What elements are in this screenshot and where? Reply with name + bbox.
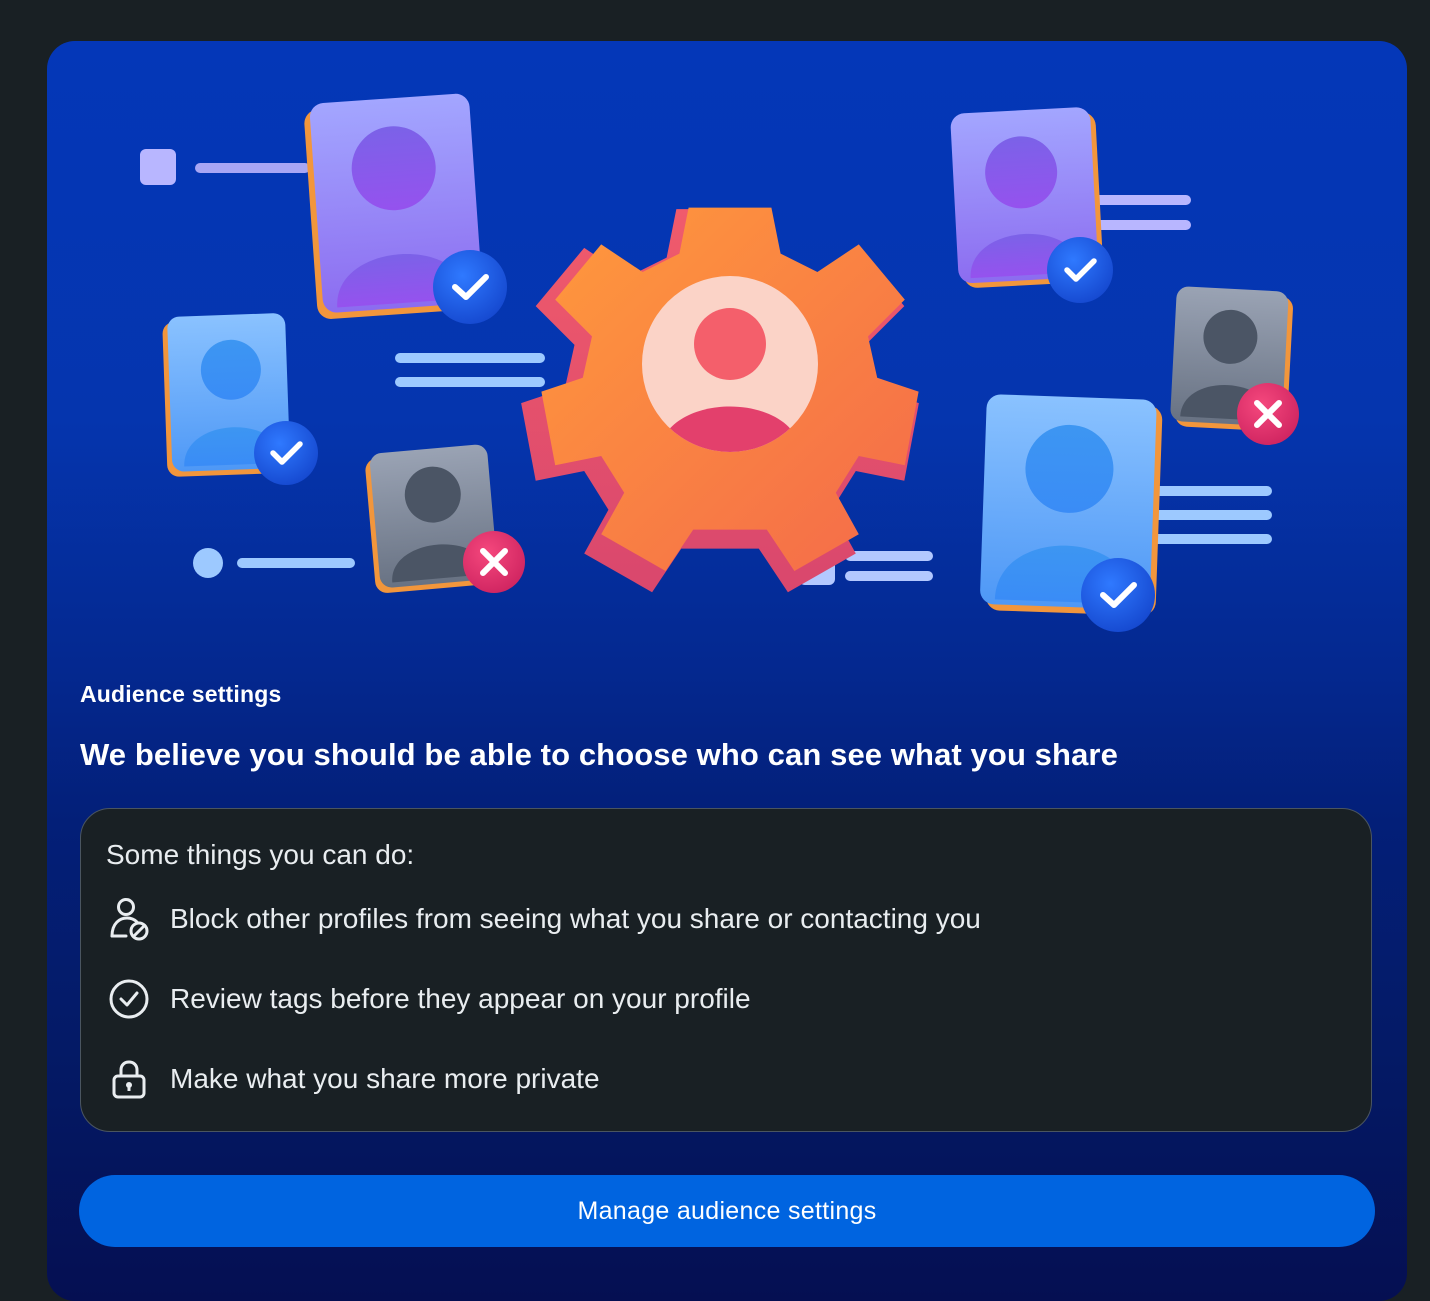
decor-square-top-left (140, 149, 176, 185)
audience-settings-illustration (140, 93, 1299, 632)
gear-icon (521, 207, 919, 593)
x-badge-icon (1237, 383, 1299, 445)
page-title: We believe you should be able to choose … (80, 737, 1118, 772)
list-item-label: Make what you share more private (170, 1063, 600, 1094)
user-block-icon (106, 896, 152, 942)
check-badge-icon (433, 250, 507, 324)
check-badge-icon (1047, 237, 1113, 303)
decor-line-bottom-mid-2 (845, 571, 933, 581)
list-item-label: Block other profiles from seeing what yo… (170, 903, 981, 934)
list-item-label: Review tags before they appear on your p… (170, 983, 751, 1014)
things-you-can-do-panel: Some things you can do: Block other prof… (80, 808, 1372, 1132)
decor-line-bottom-left (237, 558, 355, 568)
decor-line-mid-2 (395, 377, 545, 387)
things-intro: Some things you can do: (106, 839, 415, 870)
decor-dot-bottom-left (193, 548, 223, 578)
decor-line-bottom-mid-1 (845, 551, 933, 561)
list-item-review-tags: Review tags before they appear on your p… (106, 974, 751, 1024)
decor-line-right-4 (1147, 510, 1272, 520)
decor-line-right-1 (1087, 195, 1191, 205)
check-badge-icon (254, 421, 318, 485)
list-item-block-profiles: Block other profiles from seeing what yo… (106, 894, 981, 944)
audience-settings-card: Audience settings We believe you should … (47, 41, 1407, 1301)
decor-line-top-left (195, 163, 310, 173)
list-item-make-private: Make what you share more private (106, 1054, 600, 1104)
section-eyebrow: Audience settings (80, 681, 282, 707)
decor-line-right-2 (1087, 220, 1191, 230)
manage-audience-settings-button[interactable]: Manage audience settings (79, 1175, 1375, 1247)
x-badge-icon (463, 531, 525, 593)
decor-line-mid-1 (395, 353, 545, 363)
decor-line-right-3 (1147, 486, 1272, 496)
lock-icon (106, 1056, 152, 1102)
check-circle-icon (106, 976, 152, 1022)
decor-line-right-5 (1147, 534, 1272, 544)
check-badge-icon (1081, 558, 1155, 632)
